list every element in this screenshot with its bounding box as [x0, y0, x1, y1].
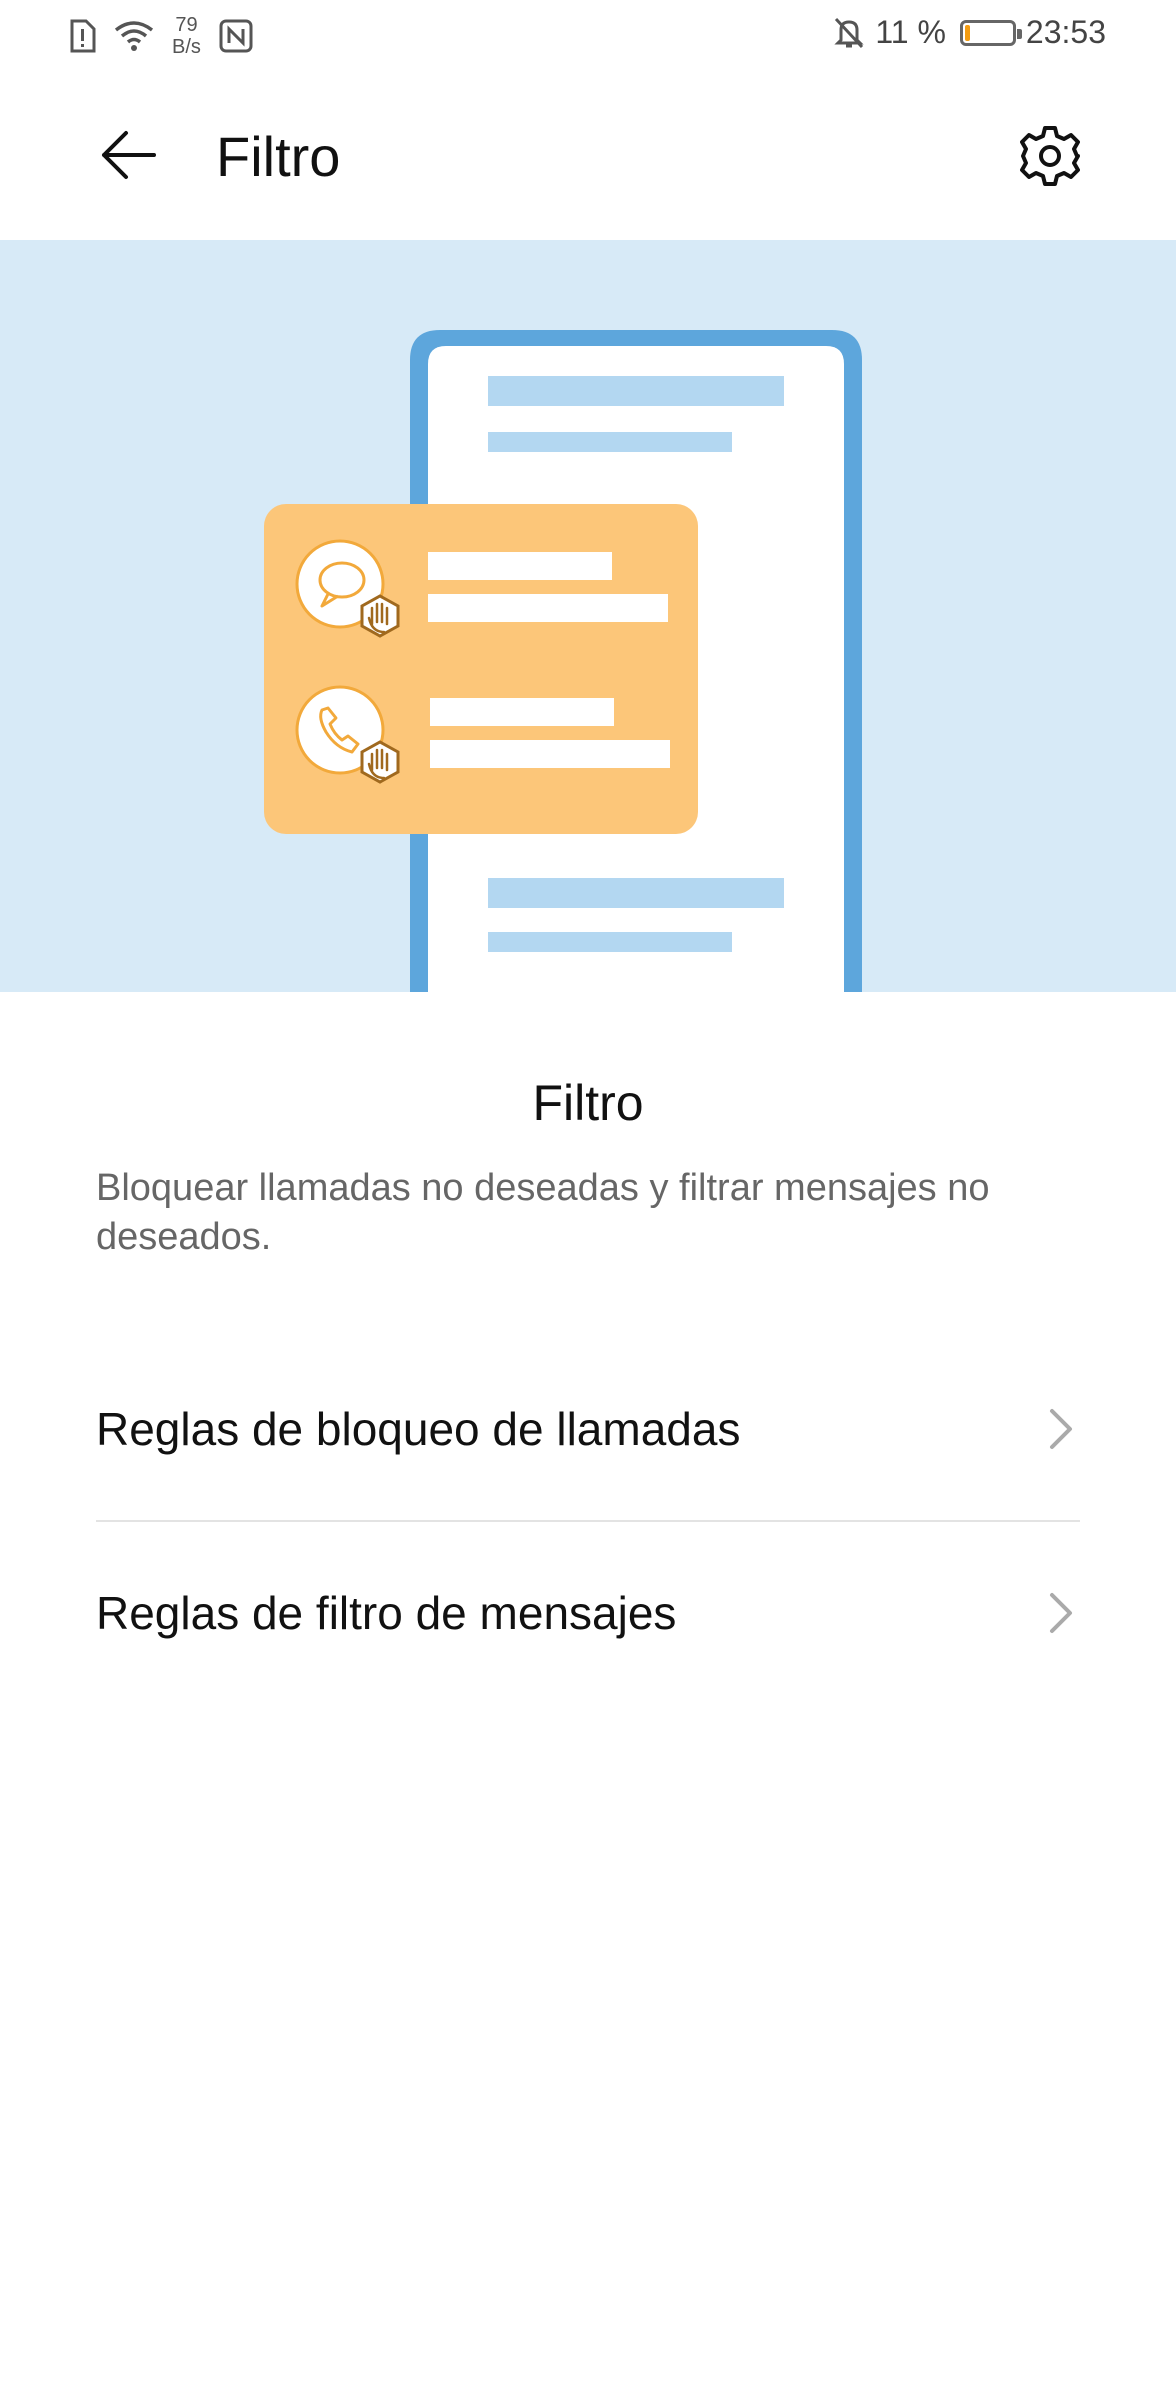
gear-icon: [1020, 126, 1080, 186]
settings-button[interactable]: [1018, 124, 1082, 188]
chevron-right-icon: [1050, 1593, 1072, 1633]
hero-illustration: [0, 240, 1176, 992]
battery-percent: 11 %: [875, 14, 946, 50]
nfc-icon: [219, 19, 253, 53]
content-section: Filtro Bloquear llamadas no deseadas y f…: [96, 992, 1080, 1262]
back-button[interactable]: [96, 122, 162, 188]
net-speed-value: 79: [175, 14, 198, 36]
page-title: Filtro: [216, 125, 341, 188]
status-bar: 79 B/s 11 % 23:53: [0, 0, 1176, 72]
filter-illustration: [264, 330, 862, 992]
app-bar: Filtro: [0, 72, 1176, 240]
network-speed: 79 B/s: [172, 14, 201, 58]
status-left: 79 B/s: [68, 14, 253, 58]
list-item-label: Reglas de bloqueo de llamadas: [96, 1403, 741, 1455]
status-right: 11 % 23:53: [833, 14, 1106, 51]
settings-list: Reglas de bloqueo de llamadas Reglas de …: [96, 1338, 1080, 1704]
battery-icon: [959, 19, 1022, 46]
sim-alert-icon: [70, 19, 96, 53]
call-block-rules-item[interactable]: Reglas de bloqueo de llamadas: [96, 1338, 1080, 1520]
net-speed-unit: B/s: [172, 36, 201, 58]
clock: 23:53: [1025, 14, 1106, 50]
section-description: Bloquear llamadas no deseadas y filtrar …: [96, 1167, 990, 1258]
battery-level-fill: [964, 24, 970, 41]
section-title: Filtro: [532, 1075, 644, 1131]
arrow-left-icon: [102, 131, 156, 179]
bell-off-icon: [834, 17, 864, 48]
chevron-right-icon: [1050, 1409, 1072, 1449]
message-filter-rules-item[interactable]: Reglas de filtro de mensajes: [96, 1522, 1080, 1704]
wifi-icon: [114, 21, 154, 51]
list-item-label: Reglas de filtro de mensajes: [96, 1587, 677, 1639]
